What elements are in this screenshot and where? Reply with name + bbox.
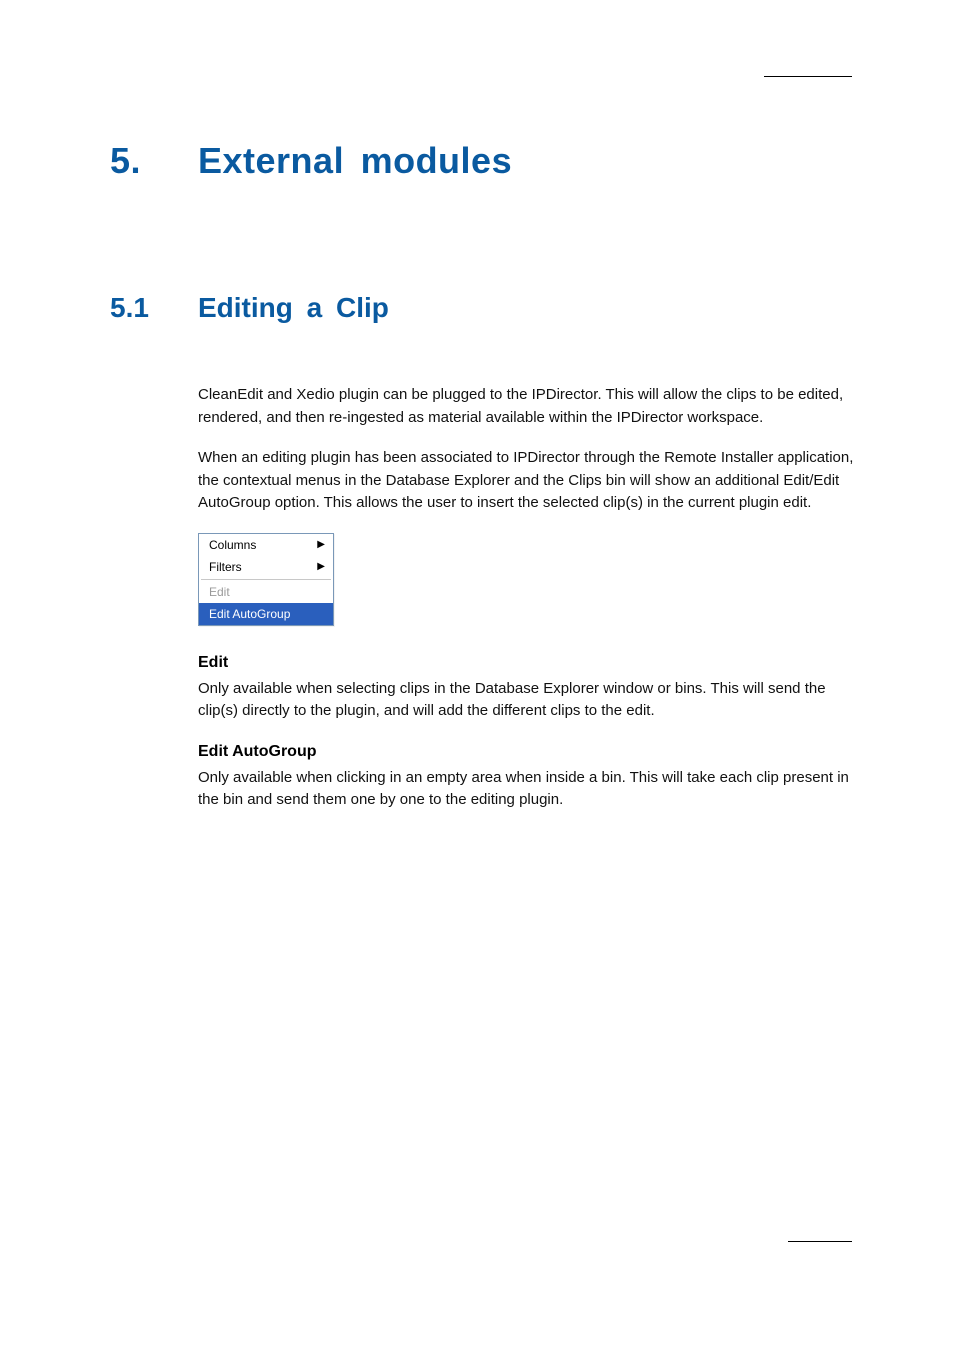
footer-rule [788, 1241, 852, 1242]
header-rule [764, 76, 852, 77]
heading-1: 5. External modules [110, 140, 854, 182]
submenu-arrow-icon: ▶ [317, 540, 325, 550]
context-menu-separator [201, 579, 331, 580]
heading-2: 5.1 Editing a Clip [110, 292, 854, 324]
heading-1-title: External modules [198, 140, 512, 182]
term-label: Edit AutoGroup [198, 743, 854, 761]
context-menu-item-edit: Edit [199, 581, 333, 603]
heading-2-number: 5.1 [110, 292, 198, 324]
context-menu-item-label: Filters [209, 559, 242, 575]
context-menu-item-label: Columns [209, 537, 256, 553]
term-label: Edit [198, 654, 854, 672]
term-edit-autogroup: Edit AutoGroup Only available when click… [198, 743, 854, 812]
context-menu: Columns ▶ Filters ▶ Edit Edit AutoGroup [198, 533, 334, 626]
heading-1-number: 5. [110, 140, 198, 182]
heading-2-title: Editing a Clip [198, 292, 389, 324]
intro-paragraph-1: CleanEdit and Xedio plugin can be plugge… [198, 384, 854, 429]
context-menu-item-label: Edit AutoGroup [209, 606, 290, 622]
submenu-arrow-icon: ▶ [317, 562, 325, 572]
context-menu-item-filters[interactable]: Filters ▶ [199, 556, 333, 578]
term-edit: Edit Only available when selecting clips… [198, 654, 854, 723]
intro-paragraph-2: When an editing plugin has been associat… [198, 447, 854, 515]
context-menu-item-label: Edit [209, 584, 230, 600]
term-description: Only available when clicking in an empty… [198, 767, 854, 812]
term-description: Only available when selecting clips in t… [198, 678, 854, 723]
context-menu-item-columns[interactable]: Columns ▶ [199, 534, 333, 556]
context-menu-item-edit-autogroup[interactable]: Edit AutoGroup [199, 603, 333, 625]
